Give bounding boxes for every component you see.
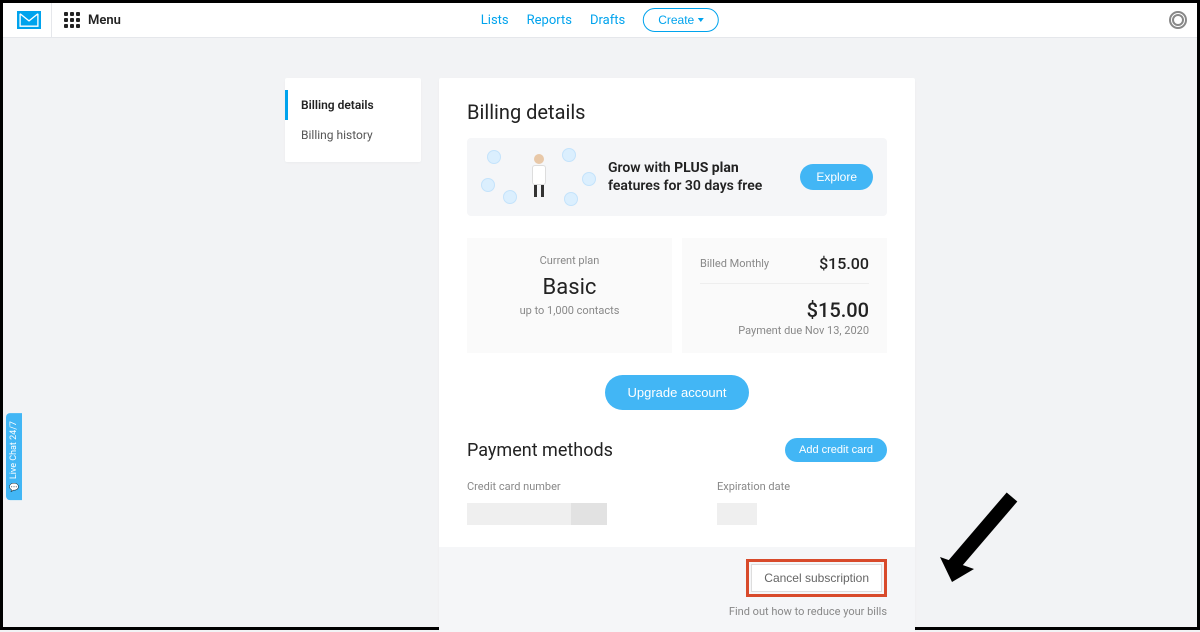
promo-text: Grow with PLUS plan features for 30 days… <box>608 159 788 195</box>
payment-fields: Credit card number Expiration date <box>467 480 887 525</box>
upgrade-button[interactable]: Upgrade account <box>605 375 748 410</box>
sidebar-item-billing-history[interactable]: Billing history <box>285 120 421 150</box>
create-label: Create <box>658 13 694 27</box>
cancel-highlight: Cancel subscription <box>746 559 887 597</box>
cancel-row: Cancel subscription Find out how to redu… <box>439 547 915 632</box>
promo-bold: PLUS plan <box>674 160 739 176</box>
reduce-bills-link[interactable]: Find out how to reduce your bills <box>467 605 887 618</box>
cc-value-redacted <box>467 503 607 525</box>
menu-label[interactable]: Menu <box>88 13 121 28</box>
exp-value-redacted <box>717 503 757 525</box>
plan-contacts: up to 1,000 contacts <box>485 304 654 317</box>
sidebar-item-billing-details[interactable]: Billing details <box>285 90 421 120</box>
app-logo-icon[interactable] <box>17 11 41 29</box>
content-card: Billing details Grow with PLUS plan feat… <box>439 78 915 632</box>
help-icon[interactable] <box>1169 11 1187 29</box>
upgrade-wrap: Upgrade account <box>467 375 887 410</box>
payment-section-head: Payment methods Add credit card <box>467 438 887 462</box>
nav-drafts[interactable]: Drafts <box>590 13 625 28</box>
nav-center: Lists Reports Drafts Create <box>481 8 719 32</box>
plan-name: Basic <box>485 275 654 300</box>
add-card-button[interactable]: Add credit card <box>785 438 887 462</box>
promo-prefix: Grow with <box>608 160 674 176</box>
nav-reports[interactable]: Reports <box>527 13 572 28</box>
billed-label: Billed Monthly <box>700 257 769 270</box>
current-plan-box: Current plan Basic up to 1,000 contacts <box>467 238 672 353</box>
current-plan-label: Current plan <box>485 254 654 267</box>
explore-button[interactable]: Explore <box>800 164 873 190</box>
exp-label: Expiration date <box>717 480 887 493</box>
page-title: Billing details <box>467 100 887 124</box>
header-divider <box>51 3 52 38</box>
cc-label: Credit card number <box>467 480 637 493</box>
billing-box: Billed Monthly $15.00 $15.00 Payment due… <box>682 238 887 353</box>
total-amount: $15.00 <box>700 298 869 322</box>
cancel-subscription-button[interactable]: Cancel subscription <box>751 564 882 592</box>
promo-suffix: features for 30 days free <box>608 178 762 194</box>
apps-grid-icon[interactable] <box>64 12 80 28</box>
billed-amount: $15.00 <box>819 254 869 273</box>
nav-lists[interactable]: Lists <box>481 13 509 28</box>
due-date: Payment due Nov 13, 2020 <box>700 324 869 337</box>
promo-banner: Grow with PLUS plan features for 30 days… <box>467 138 887 216</box>
plan-row: Current plan Basic up to 1,000 contacts … <box>467 238 887 353</box>
sidebar: Billing details Billing history <box>285 78 421 162</box>
live-chat-tab[interactable]: Live Chat 24/7 <box>6 413 22 500</box>
create-button[interactable]: Create <box>643 8 719 32</box>
header-bar: Menu Lists Reports Drafts Create <box>3 3 1197 38</box>
main-area: Billing details Billing history Billing … <box>3 38 1197 632</box>
promo-illustration <box>481 148 596 206</box>
payment-title: Payment methods <box>467 440 613 461</box>
